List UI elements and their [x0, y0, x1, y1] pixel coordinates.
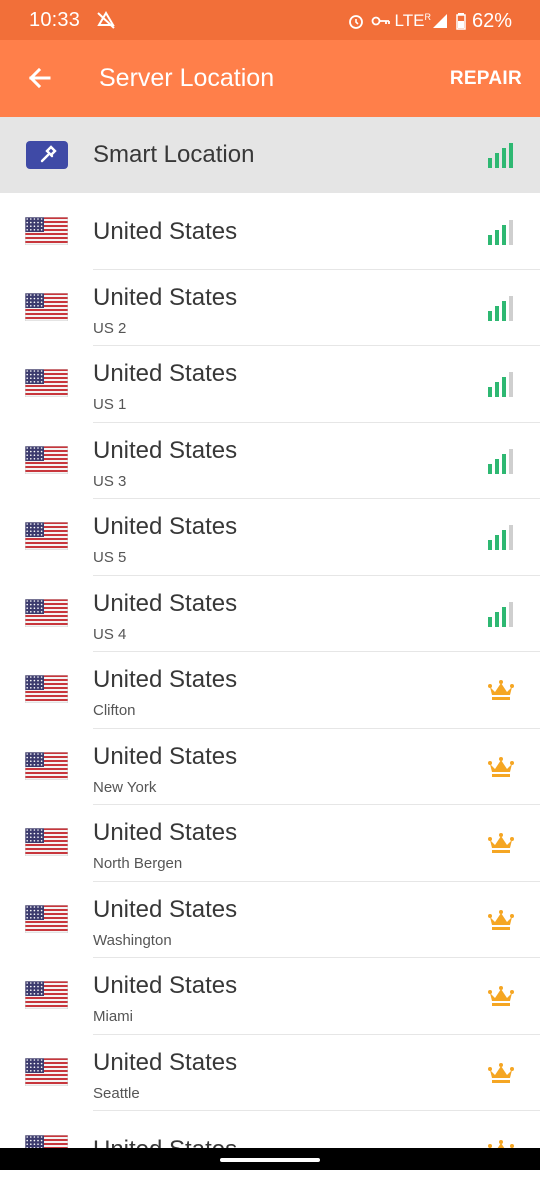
country-name: United States: [93, 513, 238, 540]
server-row[interactable]: United States North Bergen: [0, 805, 540, 882]
city-name: New York: [93, 778, 157, 796]
city-name: US 3: [93, 472, 127, 490]
us-flag-icon: [24, 445, 69, 474]
battery-percent: 62%: [471, 9, 512, 32]
country-name: United States: [93, 819, 238, 846]
us-flag-icon: [24, 598, 69, 627]
roaming-indicator: R: [424, 12, 431, 22]
us-flag-icon: [24, 751, 69, 780]
server-row[interactable]: United States Seattle: [0, 1035, 540, 1111]
network-type: LTE: [394, 11, 425, 30]
city-name: US 2: [93, 319, 127, 337]
smart-location-icon: [26, 141, 68, 169]
country-name: United States: [93, 742, 238, 770]
signal-strength-icon: [488, 220, 513, 245]
server-row[interactable]: United States US 5: [0, 499, 540, 576]
us-flag-icon: [24, 292, 69, 321]
us-flag-icon: [24, 674, 69, 704]
country-name: United States: [93, 283, 238, 311]
signal-strength-icon: [488, 295, 513, 321]
status-icons: LTE R 62%: [347, 9, 512, 33]
us-flag-icon: [24, 904, 69, 933]
signal-strength-icon: [488, 143, 513, 168]
country-name: United States: [93, 666, 238, 693]
server-row[interactable]: United States Washington: [0, 882, 540, 958]
app-bar: Server Location REPAIR: [0, 40, 540, 117]
server-row[interactable]: United States: [0, 193, 540, 270]
us-flag-icon: [24, 827, 69, 857]
navigation-bar: [0, 1148, 540, 1170]
vpn-key-icon: [371, 16, 390, 26]
signal-strength-icon: [488, 601, 513, 627]
repair-button[interactable]: REPAIR: [450, 68, 522, 90]
server-row[interactable]: United States US 3: [0, 423, 540, 499]
city-name: US 1: [93, 396, 127, 413]
premium-crown-icon: [488, 909, 514, 930]
country-name: United States: [93, 895, 238, 923]
server-row[interactable]: United States US 4: [0, 576, 540, 652]
city-name: US 5: [93, 549, 127, 566]
status-time: 10:33: [29, 9, 81, 31]
country-name: United States: [93, 589, 238, 617]
premium-crown-icon: [488, 986, 514, 1006]
cell-signal-icon: [432, 14, 447, 28]
premium-crown-icon: [488, 756, 514, 777]
premium-crown-icon: [488, 680, 514, 700]
city-name: Miami: [93, 1008, 133, 1025]
battery-icon: [456, 13, 466, 30]
city-name: Clifton: [93, 702, 136, 719]
back-arrow-icon[interactable]: [22, 60, 58, 96]
us-flag-icon: [24, 980, 69, 1010]
us-flag-icon: [24, 216, 69, 246]
server-list: Smart Location United States United State…: [0, 117, 540, 1188]
premium-crown-icon: [488, 1062, 514, 1083]
server-row[interactable]: United States Miami: [0, 958, 540, 1035]
status-bar: 10:33 LTE R 62%: [0, 0, 540, 40]
signal-strength-icon: [488, 448, 513, 474]
premium-crown-icon: [488, 833, 514, 853]
us-flag-icon: [24, 521, 69, 551]
smart-location-label: Smart Location: [93, 141, 255, 168]
home-gesture-pill[interactable]: [220, 1158, 320, 1162]
alarm-icon: [348, 15, 363, 29]
smart-location-row[interactable]: Smart Location: [0, 117, 540, 193]
server-row[interactable]: United States New York: [0, 729, 540, 805]
country-name: United States: [93, 972, 238, 999]
signal-strength-icon: [488, 525, 513, 550]
country-name: United States: [93, 360, 238, 387]
server-row[interactable]: United States US 2: [0, 270, 540, 346]
city-name: US 4: [93, 625, 127, 643]
city-name: North Bergen: [93, 855, 183, 872]
server-row[interactable]: United States US 1: [0, 346, 540, 423]
country-name: United States: [93, 218, 238, 245]
notification-muted-icon: [97, 11, 115, 29]
page-title: Server Location: [99, 64, 275, 92]
signal-strength-icon: [488, 372, 513, 397]
us-flag-icon: [24, 1057, 69, 1086]
city-name: Washington: [93, 931, 172, 949]
country-name: United States: [93, 436, 238, 464]
server-row[interactable]: United States Clifton: [0, 652, 540, 729]
country-name: United States: [93, 1048, 238, 1076]
us-flag-icon: [24, 368, 69, 398]
city-name: Seattle: [93, 1084, 140, 1102]
